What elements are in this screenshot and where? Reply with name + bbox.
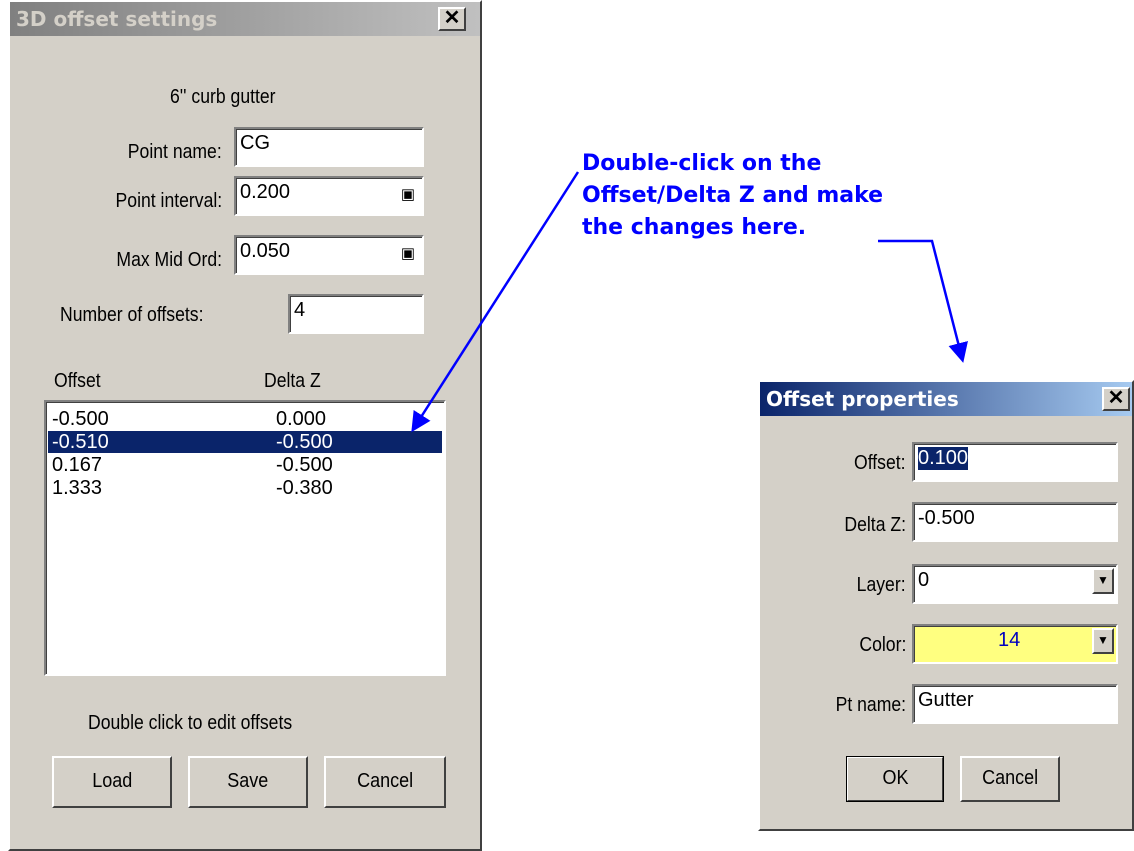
offset-value: 0.100: [918, 447, 969, 470]
offset-input[interactable]: 0.100: [912, 442, 1118, 482]
delta-z-input[interactable]: -0.500: [912, 502, 1118, 542]
point-name-value: CG: [240, 132, 270, 154]
number-of-offsets-value: 4: [294, 299, 306, 321]
cancel-button[interactable]: Cancel: [324, 756, 446, 808]
ok-button[interactable]: OK: [846, 756, 944, 802]
dialog-title: Offset properties: [766, 387, 959, 411]
point-name-label: Point name:: [128, 141, 222, 163]
pt-name-label: Pt name:: [835, 694, 906, 716]
point-interval-input[interactable]: 0.200 ▣: [234, 176, 424, 216]
layer-select[interactable]: 0 ▼: [912, 564, 1118, 604]
list-item-selected[interactable]: -0.510 -0.500: [48, 431, 442, 453]
max-mid-ord-value: 0.050: [240, 240, 291, 262]
close-icon: ✕: [1107, 387, 1125, 409]
column-header-delta-z: Delta Z: [264, 370, 321, 392]
annotation-line: the changes here.: [582, 215, 807, 240]
color-value: 14: [998, 629, 1021, 651]
point-interval-label: Point interval:: [115, 190, 222, 212]
cancel-button[interactable]: Cancel: [960, 756, 1060, 802]
layer-label: Layer:: [857, 574, 906, 596]
delta-z-cell: -0.500: [276, 454, 333, 476]
pick-from-drawing-icon[interactable]: ▣: [398, 243, 418, 265]
offset-label: Offset:: [854, 452, 906, 474]
dialog-title: 3D offset settings: [16, 7, 218, 31]
number-of-offsets-label: Number of offsets:: [60, 304, 204, 326]
offset-cell: -0.500: [52, 408, 109, 430]
save-button[interactable]: Save: [188, 756, 308, 808]
offset-properties-dialog: Offset properties ✕ Offset: 0.100 Delta …: [758, 380, 1134, 831]
point-interval-value: 0.200: [240, 181, 291, 203]
pick-from-drawing-icon[interactable]: ▣: [398, 184, 418, 206]
dialog-titlebar[interactable]: 3D offset settings: [10, 2, 480, 36]
delta-z-cell: -0.500: [276, 431, 333, 453]
edit-hint: Double click to edit offsets: [88, 712, 293, 734]
column-header-offset: Offset: [54, 370, 101, 392]
close-button[interactable]: ✕: [438, 7, 466, 31]
annotation-line: Double-click on the: [582, 151, 822, 176]
color-label: Color:: [859, 634, 906, 656]
offset-cell: -0.510: [52, 431, 109, 453]
annotation-line: Offset/Delta Z and make: [582, 183, 884, 208]
annotation-text: Double-click on the Offset/Delta Z and m…: [582, 148, 883, 244]
number-of-offsets-input[interactable]: 4: [288, 294, 424, 334]
offset-settings-dialog: 3D offset settings ✕ 6'' curb gutter Poi…: [8, 0, 482, 851]
point-name-input[interactable]: CG: [234, 127, 424, 167]
template-name: 6'' curb gutter: [170, 86, 276, 108]
max-mid-ord-label: Max Mid Ord:: [116, 249, 222, 271]
arrow-to-offset-dialog: [878, 239, 968, 363]
pt-name-input[interactable]: Gutter: [912, 684, 1118, 724]
dialog-titlebar[interactable]: Offset properties: [760, 382, 1132, 416]
list-item[interactable]: 1.333 -0.380: [48, 477, 442, 499]
delta-z-value: -0.500: [918, 507, 975, 529]
pt-name-value: Gutter: [918, 689, 974, 711]
delta-z-cell: 0.000: [276, 408, 327, 430]
delta-z-cell: -0.380: [276, 477, 333, 499]
offset-cell: 1.333: [52, 477, 103, 499]
close-button[interactable]: ✕: [1102, 387, 1130, 411]
max-mid-ord-input[interactable]: 0.050 ▣: [234, 235, 424, 275]
dropdown-arrow-icon[interactable]: ▼: [1092, 628, 1114, 654]
layer-value: 0: [918, 569, 930, 591]
color-select[interactable]: 14 ▼: [912, 624, 1118, 664]
dropdown-arrow-icon[interactable]: ▼: [1092, 568, 1114, 594]
list-item[interactable]: 0.167 -0.500: [48, 454, 442, 476]
close-icon: ✕: [443, 7, 461, 29]
load-button[interactable]: Load: [52, 756, 172, 808]
offset-cell: 0.167: [52, 454, 103, 476]
delta-z-label: Delta Z:: [844, 514, 906, 536]
offsets-list[interactable]: -0.500 0.000 -0.510 -0.500 0.167 -0.500 …: [44, 400, 446, 676]
list-item[interactable]: -0.500 0.000: [48, 408, 442, 430]
